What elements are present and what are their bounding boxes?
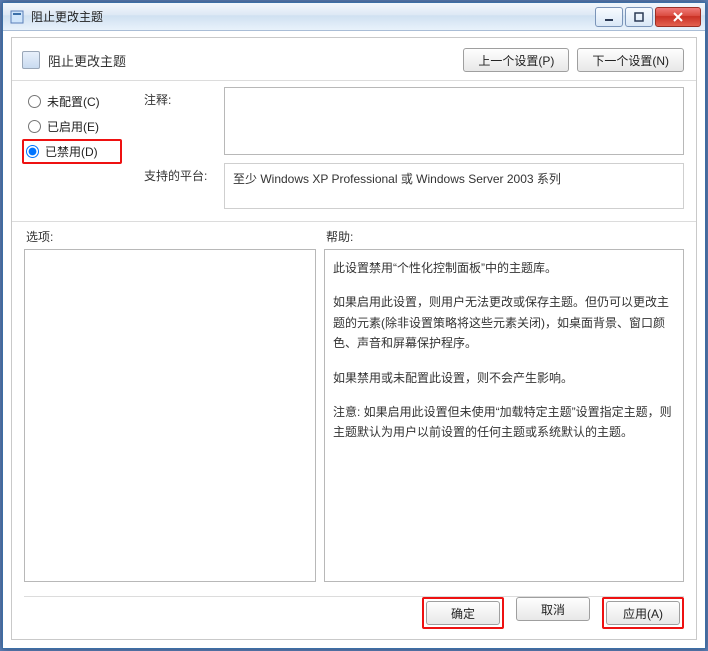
- supported-platform-text: 至少 Windows XP Professional 或 Windows Ser…: [233, 172, 561, 186]
- ok-button[interactable]: 确定: [426, 601, 500, 625]
- cancel-button[interactable]: 取消: [516, 597, 590, 621]
- radio-disabled-label: 已禁用(D): [45, 143, 98, 160]
- highlight-ok: 确定: [422, 597, 504, 629]
- maximize-button[interactable]: [625, 7, 653, 27]
- state-radio-group: 未配置(C) 已启用(E) 已禁用(D): [24, 89, 124, 164]
- header-row: 阻止更改主题 上一个设置(P) 下一个设置(N): [12, 38, 696, 76]
- radio-enabled[interactable]: 已启用(E): [24, 114, 124, 139]
- radio-enabled-input[interactable]: [28, 120, 41, 133]
- client-area: 阻止更改主题 上一个设置(P) 下一个设置(N) 未配置(C) 已启用(E): [11, 37, 697, 640]
- radio-disabled[interactable]: 已禁用(D): [22, 139, 122, 164]
- radio-not-configured-label: 未配置(C): [47, 93, 100, 110]
- close-button[interactable]: [655, 7, 701, 27]
- policy-icon: [22, 51, 40, 69]
- minimize-button[interactable]: [595, 7, 623, 27]
- help-label: 帮助:: [324, 228, 684, 249]
- policy-title: 阻止更改主题: [48, 51, 455, 70]
- help-text: 此设置禁用“个性化控制面板”中的主题库。: [333, 258, 675, 278]
- radio-not-configured[interactable]: 未配置(C): [24, 89, 124, 114]
- app-icon: [9, 9, 25, 25]
- prev-setting-button[interactable]: 上一个设置(P): [463, 48, 569, 72]
- footer-buttons: 确定 取消 应用(A): [422, 597, 684, 629]
- window-controls: [593, 7, 701, 27]
- supported-platform-box: 至少 Windows XP Professional 或 Windows Ser…: [224, 163, 684, 209]
- next-setting-button[interactable]: 下一个设置(N): [577, 48, 684, 72]
- comment-label: 注释:: [144, 87, 224, 108]
- window-title: 阻止更改主题: [31, 8, 593, 25]
- radio-disabled-input[interactable]: [26, 145, 39, 158]
- radio-not-configured-input[interactable]: [28, 95, 41, 108]
- comment-textarea[interactable]: [224, 87, 684, 155]
- options-label: 选项:: [24, 228, 316, 249]
- help-text: 如果启用此设置，则用户无法更改或保存主题。但仍可以更改主题的元素(除非设置策略将…: [333, 292, 675, 353]
- titlebar[interactable]: 阻止更改主题: [3, 3, 705, 31]
- highlight-apply: 应用(A): [602, 597, 684, 629]
- radio-enabled-label: 已启用(E): [47, 118, 99, 135]
- config-area: 未配置(C) 已启用(E) 已禁用(D) 注释: 支持的平台: 至少 Windo…: [12, 81, 696, 215]
- help-text: 注意: 如果启用此设置但未使用“加载特定主题”设置指定主题，则主题默认为用户以前…: [333, 402, 675, 443]
- platform-label: 支持的平台:: [144, 163, 224, 184]
- apply-button[interactable]: 应用(A): [606, 601, 680, 625]
- help-text: 如果禁用或未配置此设置，则不会产生影响。: [333, 368, 675, 388]
- middle-row: 选项: 帮助: 此设置禁用“个性化控制面板”中的主题库。 如果启用此设置，则用户…: [12, 222, 696, 582]
- options-box: [24, 249, 316, 582]
- dialog-window: 阻止更改主题 阻止更改主题 上一个设置(P) 下一个设置(N): [2, 2, 706, 649]
- help-box: 此设置禁用“个性化控制面板”中的主题库。 如果启用此设置，则用户无法更改或保存主…: [324, 249, 684, 582]
